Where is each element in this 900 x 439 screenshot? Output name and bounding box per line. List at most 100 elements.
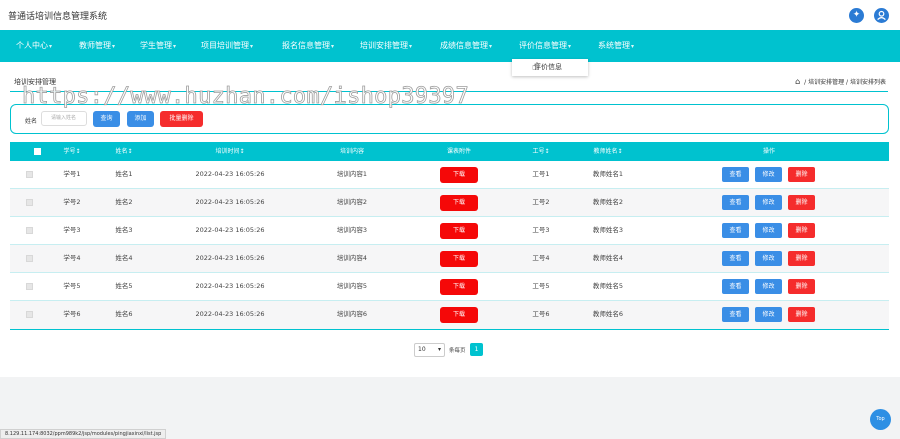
row-checkbox[interactable]: [26, 227, 33, 234]
view-button[interactable]: 查看: [722, 307, 749, 322]
edit-button[interactable]: 修改: [755, 279, 782, 294]
page-title: 培训安排管理: [14, 78, 56, 86]
cell-content: 培训内容1: [336, 170, 368, 178]
nav-item-training-schedule[interactable]: 培训安排管理▾: [360, 30, 412, 62]
cell-gonghao: 工号6: [532, 310, 550, 318]
nav-item-system[interactable]: 系统管理▾: [598, 30, 634, 62]
select-all-checkbox[interactable]: [34, 148, 41, 155]
edit-button[interactable]: 修改: [755, 195, 782, 210]
status-bar-url: 8.129.11.174:8032/ppm989k2/jsp/modules/p…: [0, 429, 167, 439]
row-checkbox[interactable]: [26, 311, 33, 318]
sort-icon: ↕: [617, 148, 623, 155]
nav-item-evaluation[interactable]: 评价信息管理▾: [519, 30, 571, 62]
delete-button[interactable]: 删除: [788, 279, 815, 294]
cell-time: 2022-04-23 16:05:26: [195, 310, 265, 318]
nav-item-registration[interactable]: 报名信息管理▾: [282, 30, 334, 62]
sort-icon: ↕: [127, 148, 133, 155]
user-icon[interactable]: [874, 8, 889, 23]
col-header-xingming[interactable]: 姓名↕: [115, 142, 132, 161]
cell-gonghao: 工号5: [532, 282, 550, 290]
delete-button[interactable]: 删除: [788, 223, 815, 238]
cell-time: 2022-04-23 16:05:26: [195, 226, 265, 234]
cell-teacher: 教师姓名4: [592, 254, 624, 262]
home-icon[interactable]: ⌂: [795, 77, 800, 86]
table-row: 学号4 姓名4 2022-04-23 16:05:26 培训内容4 下载 工号4…: [10, 245, 889, 273]
cell-teacher: 教师姓名1: [592, 170, 624, 178]
view-button[interactable]: 查看: [722, 223, 749, 238]
col-header-time[interactable]: 培训时间↕: [215, 142, 244, 161]
add-button[interactable]: 添加: [127, 111, 154, 127]
back-to-top-button[interactable]: Top: [870, 409, 891, 430]
edit-button[interactable]: 修改: [755, 307, 782, 322]
delete-button[interactable]: 删除: [788, 167, 815, 182]
delete-button[interactable]: 删除: [788, 251, 815, 266]
view-button[interactable]: 查看: [722, 279, 749, 294]
query-button[interactable]: 查询: [93, 111, 120, 127]
col-header-teacher[interactable]: 教师姓名↕: [593, 142, 622, 161]
divider: [10, 91, 888, 92]
view-button[interactable]: 查看: [722, 167, 749, 182]
breadcrumb-item[interactable]: 培训安排管理: [808, 79, 844, 86]
delete-button[interactable]: 删除: [788, 307, 815, 322]
row-checkbox[interactable]: [26, 199, 33, 206]
edit-button[interactable]: 修改: [755, 167, 782, 182]
chevron-down-icon: ▾: [631, 43, 635, 50]
cell-gonghao: 工号2: [532, 198, 550, 206]
chevron-down-icon: ▾: [173, 43, 177, 50]
row-checkbox[interactable]: [26, 171, 33, 178]
cell-teacher: 教师姓名6: [592, 310, 624, 318]
chevron-down-icon: ▾: [331, 43, 335, 50]
cell-teacher: 教师姓名5: [592, 282, 624, 290]
cell-time: 2022-04-23 16:05:26: [195, 282, 265, 290]
cell-xuehao: 学号2: [63, 198, 81, 206]
page-size-select[interactable]: 10 ▾: [414, 343, 445, 357]
batch-delete-button[interactable]: 批量删除: [160, 111, 203, 127]
nav-item-personal-center[interactable]: 个人中心▾: [16, 30, 52, 62]
table-row: 学号5 姓名5 2022-04-23 16:05:26 培训内容5 下载 工号5…: [10, 273, 889, 301]
download-button[interactable]: 下载: [440, 307, 478, 323]
col-header-attachment: 课表附件: [446, 148, 472, 155]
col-header-actions: 操作: [762, 148, 776, 155]
edit-button[interactable]: 修改: [755, 223, 782, 238]
table-row: 学号3 姓名3 2022-04-23 16:05:26 培训内容3 下载 工号3…: [10, 217, 889, 245]
chevron-down-icon: ▾: [437, 346, 441, 353]
download-button[interactable]: 下载: [440, 167, 478, 183]
cell-time: 2022-04-23 16:05:26: [195, 198, 265, 206]
download-button[interactable]: 下载: [440, 223, 478, 239]
row-checkbox[interactable]: [26, 283, 33, 290]
cell-content: 培训内容4: [336, 254, 368, 262]
download-button[interactable]: 下载: [440, 279, 478, 295]
cell-content: 培训内容5: [336, 282, 368, 290]
cell-content: 培训内容3: [336, 226, 368, 234]
download-button[interactable]: 下载: [440, 195, 478, 211]
edit-button[interactable]: 修改: [755, 251, 782, 266]
cell-time: 2022-04-23 16:05:26: [195, 254, 265, 262]
chevron-down-icon: ▾: [112, 43, 116, 50]
delete-button[interactable]: 删除: [788, 195, 815, 210]
cell-xuehao: 学号5: [63, 282, 81, 290]
settings-icon[interactable]: ✦: [849, 8, 864, 23]
nav-item-project-training[interactable]: 项目培训管理▾: [201, 30, 253, 62]
view-button[interactable]: 查看: [722, 251, 749, 266]
nav-item-teacher[interactable]: 教师管理▾: [79, 30, 115, 62]
name-search-input[interactable]: 请输入姓名: [41, 111, 87, 126]
cell-xingming: 姓名3: [115, 226, 133, 234]
per-page-label: 条每页: [449, 348, 466, 354]
sort-icon: ↕: [544, 148, 550, 155]
table-row: 学号2 姓名2 2022-04-23 16:05:26 培训内容2 下载 工号2…: [10, 189, 889, 217]
cell-xingming: 姓名6: [115, 310, 133, 318]
col-header-gonghao[interactable]: 工号↕: [532, 142, 549, 161]
col-header-xuehao[interactable]: 学号↕: [63, 142, 80, 161]
cell-time: 2022-04-23 16:05:26: [195, 170, 265, 178]
evaluation-dropdown-menu: ☝ 评价信息: [512, 59, 588, 76]
download-button[interactable]: 下载: [440, 251, 478, 267]
nav-item-scores[interactable]: 成绩信息管理▾: [440, 30, 492, 62]
row-checkbox[interactable]: [26, 255, 33, 262]
table-row: 学号6 姓名6 2022-04-23 16:05:26 培训内容6 下载 工号6…: [10, 301, 889, 329]
cell-content: 培训内容6: [336, 310, 368, 318]
page-button-current[interactable]: 1: [470, 343, 483, 356]
chevron-down-icon: ▾: [568, 43, 572, 50]
breadcrumb: ⌂ / 培训安排管理 / 培训安排列表: [795, 77, 886, 86]
view-button[interactable]: 查看: [722, 195, 749, 210]
nav-item-student[interactable]: 学生管理▾: [140, 30, 176, 62]
